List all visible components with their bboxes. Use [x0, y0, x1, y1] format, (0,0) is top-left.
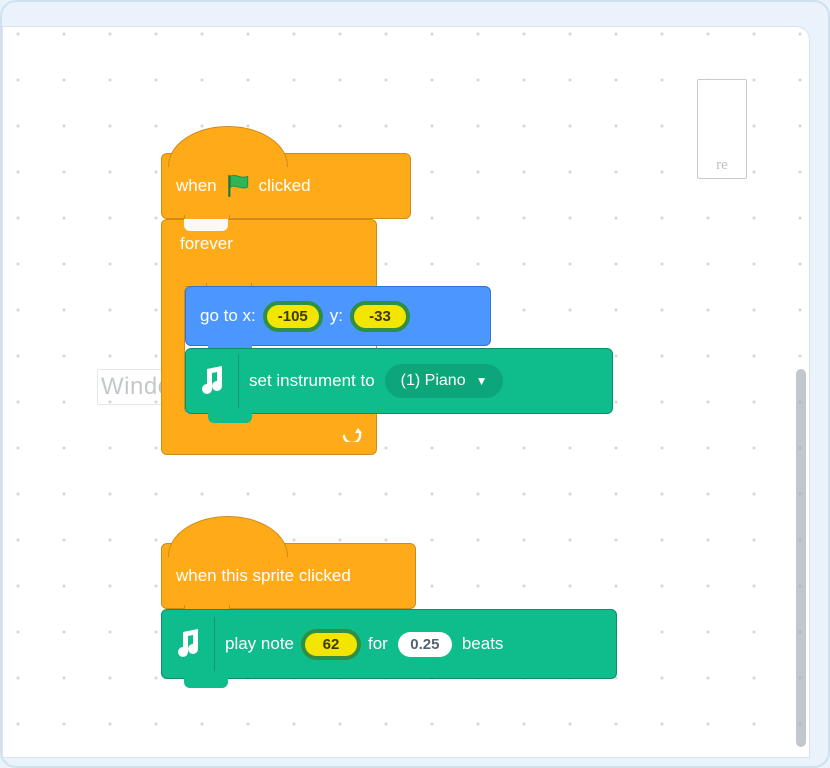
vertical-scrollbar[interactable]: [796, 369, 806, 747]
music-extension-icon: [186, 354, 239, 408]
play-note-label-1: play note: [225, 634, 294, 654]
forever-block[interactable]: forever go to x: -105 y: -33: [161, 219, 377, 455]
sprite-thumbnail-label: re: [716, 157, 728, 174]
set-instrument-block[interactable]: set instrument to (1) Piano ▼: [185, 348, 613, 414]
play-note-block[interactable]: play note 62 for 0.25 beats: [161, 609, 617, 679]
code-canvas[interactable]: re Window Snip when clicked forever: [2, 26, 810, 758]
go-to-xy-block[interactable]: go to x: -105 y: -33: [185, 286, 491, 346]
goto-y-input[interactable]: -33: [353, 304, 407, 329]
play-note-label-3: beats: [462, 634, 504, 654]
when-sprite-clicked-block[interactable]: when this sprite clicked: [161, 543, 416, 609]
when-flag-clicked-block[interactable]: when clicked: [161, 153, 411, 219]
sprite-clicked-label: when this sprite clicked: [176, 566, 351, 586]
play-beats-input[interactable]: 0.25: [398, 632, 452, 657]
hat-prefix: when: [176, 176, 217, 196]
set-instrument-label: set instrument to: [249, 371, 375, 391]
instrument-dropdown[interactable]: (1) Piano ▼: [385, 364, 504, 398]
app-frame: re Window Snip when clicked forever: [0, 0, 830, 768]
goto-x-input[interactable]: -105: [266, 304, 320, 329]
forever-label: forever: [180, 234, 233, 253]
sprite-thumbnail[interactable]: re: [697, 79, 747, 179]
play-note-input[interactable]: 62: [304, 632, 358, 657]
instrument-dropdown-value: (1) Piano: [401, 372, 466, 390]
loop-arrow-icon: [340, 422, 364, 442]
play-note-label-2: for: [368, 634, 388, 654]
chevron-down-icon: ▼: [476, 374, 488, 388]
goto-label-y: y:: [330, 306, 343, 326]
script-2[interactable]: when this sprite clicked play note 62 fo…: [161, 543, 617, 679]
green-flag-icon: [225, 173, 251, 199]
goto-label-x: go to x:: [200, 306, 256, 326]
music-extension-icon: [162, 617, 215, 671]
script-1[interactable]: when clicked forever: [161, 153, 411, 455]
hat-suffix: clicked: [259, 176, 311, 196]
